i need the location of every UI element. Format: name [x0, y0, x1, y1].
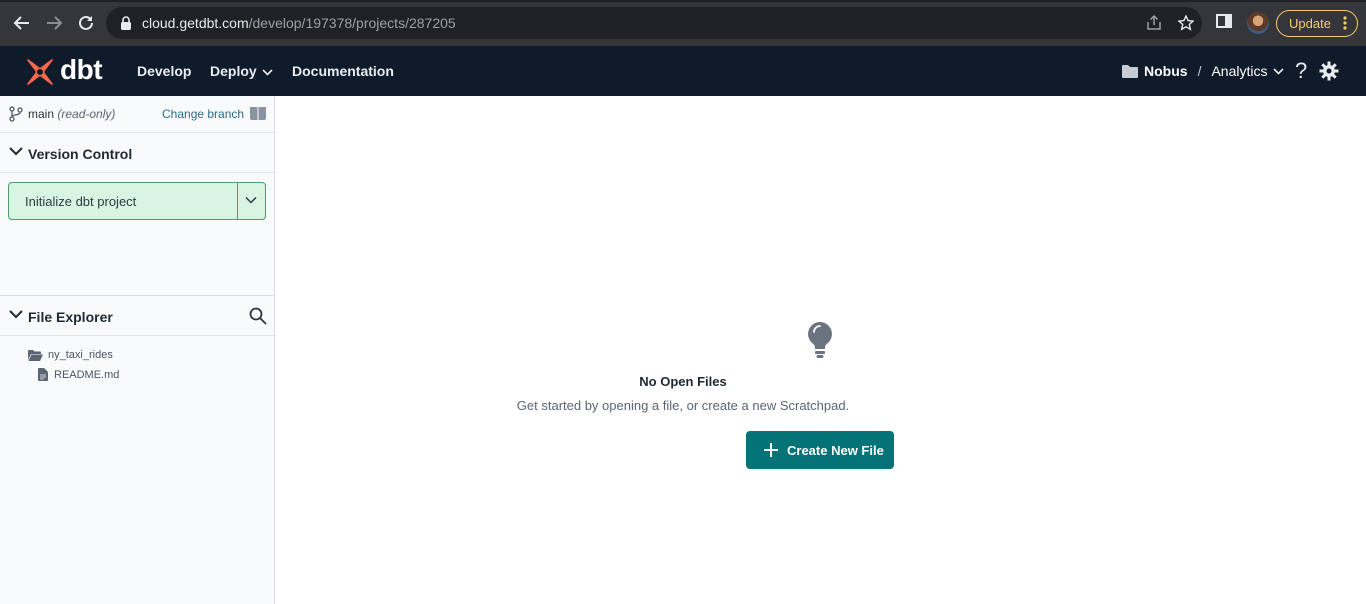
initialize-project-label: Initialize dbt project — [25, 194, 137, 209]
app-header: dbt Develop Deploy Documentation Nobus /… — [0, 46, 1366, 96]
account-breadcrumb[interactable]: Nobus / Analytics — [1122, 63, 1285, 79]
chevron-down-icon — [9, 147, 23, 156]
empty-state-title: No Open Files — [639, 374, 727, 389]
arrow-left-icon — [13, 16, 29, 30]
git-branch-icon — [9, 106, 23, 122]
reload-button[interactable] — [74, 11, 98, 35]
breadcrumb-separator: / — [1197, 63, 1202, 79]
plus-icon — [764, 443, 778, 457]
reload-icon — [79, 15, 93, 30]
branch-name: main (read-only) — [28, 107, 116, 121]
side-panel-icon[interactable] — [1216, 13, 1232, 29]
create-new-file-label: Create New File — [787, 442, 884, 458]
org-name: Nobus — [1144, 63, 1188, 79]
arrow-right-icon — [47, 16, 63, 30]
more-vertical-icon — [1343, 16, 1347, 30]
project-name: Analytics — [1211, 63, 1268, 79]
gear-icon[interactable] — [1319, 61, 1339, 81]
browser-toolbar: cloud.getdbt.com/develop/197378/projects… — [0, 0, 1366, 46]
nav-documentation[interactable]: Documentation — [292, 63, 394, 79]
folder-icon — [1122, 65, 1138, 78]
lightbulb-icon — [808, 322, 832, 358]
share-icon[interactable] — [1146, 15, 1162, 31]
url-text: cloud.getdbt.com/develop/197378/projects… — [142, 15, 456, 31]
dbt-logo-icon — [27, 59, 53, 85]
logo-text: dbt — [60, 54, 103, 85]
chevron-down-icon — [1273, 67, 1285, 75]
address-bar[interactable]: cloud.getdbt.com/develop/197378/projects… — [106, 7, 1202, 39]
nav-deploy[interactable]: Deploy — [210, 63, 273, 79]
tree-folder-item[interactable]: ny_taxi_rides — [28, 349, 113, 361]
update-label: Update — [1289, 16, 1331, 31]
chevron-down-icon[interactable] — [245, 196, 257, 204]
lock-icon — [121, 16, 131, 30]
search-icon[interactable] — [249, 307, 267, 325]
create-new-file-button[interactable]: Create New File — [746, 431, 894, 469]
empty-state-subtitle: Get started by opening a file, or create… — [516, 398, 850, 413]
chevron-down-icon — [262, 69, 273, 76]
branch-bar: main (read-only) Change branch — [0, 96, 274, 133]
file-explorer-header[interactable]: File Explorer — [0, 296, 274, 336]
chevron-down-icon — [9, 310, 23, 319]
nav-develop[interactable]: Develop — [137, 63, 191, 79]
profile-avatar[interactable] — [1247, 12, 1269, 34]
version-control-header[interactable]: Version Control — [0, 133, 274, 173]
change-branch-link[interactable]: Change branch — [162, 107, 244, 121]
star-icon[interactable] — [1178, 15, 1194, 31]
folder-name: ny_taxi_rides — [48, 349, 113, 361]
dbt-logo[interactable]: dbt — [24, 54, 103, 88]
button-divider — [237, 183, 238, 219]
file-explorer-title: File Explorer — [28, 309, 113, 325]
folder-open-icon — [28, 349, 43, 361]
back-button[interactable] — [10, 11, 34, 35]
tab-strip-edge — [0, 0, 1366, 2]
forward-button[interactable] — [42, 11, 66, 35]
help-button[interactable]: ? — [1295, 58, 1307, 84]
update-button[interactable]: Update — [1276, 10, 1358, 37]
ide-sidebar: main (read-only) Change branch Version C… — [0, 96, 275, 604]
book-icon[interactable] — [250, 106, 266, 120]
version-control-title: Version Control — [28, 146, 133, 162]
initialize-project-button[interactable]: Initialize dbt project — [8, 182, 266, 220]
